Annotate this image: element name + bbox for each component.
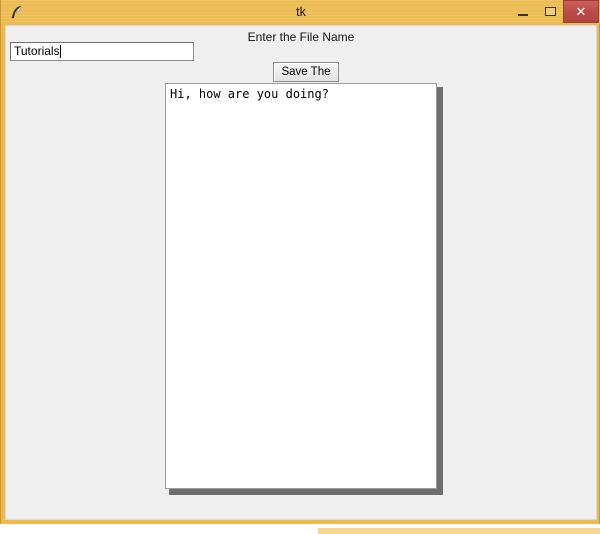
file-name-input-value: Tutorials bbox=[14, 44, 60, 58]
bottom-accent-bar bbox=[318, 528, 600, 534]
window-frame: tk ✕ Enter the File Name Tutorials Save … bbox=[0, 0, 600, 534]
maximize-icon bbox=[545, 7, 556, 16]
text-caret bbox=[59, 45, 61, 58]
maximize-button[interactable] bbox=[537, 1, 563, 22]
text-editor-content: Hi, how are you doing? bbox=[170, 87, 329, 101]
close-button[interactable]: ✕ bbox=[563, 0, 599, 23]
titlebar[interactable]: tk ✕ bbox=[1, 0, 600, 24]
close-icon: ✕ bbox=[575, 4, 587, 19]
save-file-button[interactable]: Save The File bbox=[273, 62, 339, 96]
text-editor-wrapper: Hi, how are you doing? bbox=[165, 83, 443, 495]
minimize-icon bbox=[518, 14, 528, 16]
text-editor[interactable]: Hi, how are you doing? bbox=[165, 83, 437, 489]
minimize-button[interactable] bbox=[509, 1, 537, 22]
client-area: Enter the File Name Tutorials Save The F… bbox=[5, 25, 597, 520]
file-name-input[interactable]: Tutorials bbox=[10, 42, 194, 61]
